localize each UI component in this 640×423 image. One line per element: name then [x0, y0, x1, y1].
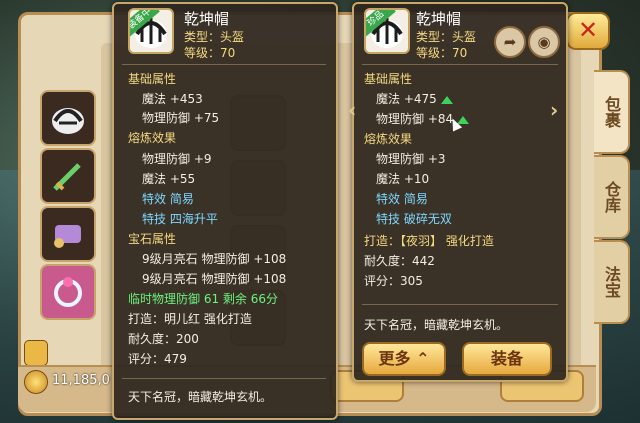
more-button[interactable]: 更多 ⌃ [362, 342, 446, 376]
tab-warehouse[interactable]: 仓库 [594, 155, 630, 239]
equip-button[interactable]: 装备 [462, 342, 552, 376]
prev-arrow-icon[interactable]: ‹ [348, 98, 356, 122]
item-type: 类型：头盔 [416, 30, 477, 44]
ring-icon [54, 277, 82, 307]
equipped-item-tooltip: 装备中 乾坤帽 类型：头盔 等级：70 基础属性 魔法 +453 物理防御 +7… [112, 2, 338, 420]
basic-attr-header: 基础属性 [128, 72, 177, 86]
gem-line: 9级月亮石 物理防御 +108 [142, 272, 287, 286]
scroll-icon [54, 225, 81, 248]
item-level: 等级：70 [184, 46, 236, 60]
share-button[interactable]: ➦ [494, 26, 526, 58]
divider [122, 378, 326, 379]
durability: 耐久度：200 [128, 332, 199, 346]
basic-attr-line: 物理防御 +75 [142, 111, 220, 125]
special-skill: 特技 破碎无双 [376, 212, 452, 226]
basic-attr-text: 魔法 +475 [376, 92, 437, 106]
helmet-icon [52, 108, 84, 134]
temp-attr-line: 临时物理防御 61 剩余 66分 [128, 292, 278, 306]
lock-icon[interactable] [24, 340, 48, 366]
basic-attr-line: 魔法 +453 [142, 92, 203, 106]
forge-line: 打造：【夜羽】 强化打造 [364, 234, 494, 248]
equip-slot-helmet[interactable] [40, 90, 96, 146]
divider [362, 64, 558, 65]
durability: 耐久度：442 [364, 254, 435, 268]
score: 评分：479 [128, 352, 187, 366]
increase-arrow-icon [440, 95, 453, 104]
equip-slot-accessory[interactable] [40, 206, 96, 262]
divider [362, 304, 558, 305]
refine-header: 熔炼效果 [128, 131, 177, 145]
item-name: 乾坤帽 [184, 10, 230, 28]
equip-slot-ring[interactable] [40, 264, 96, 320]
next-arrow-icon[interactable]: › [550, 98, 558, 122]
item-type: 类型：头盔 [184, 30, 245, 44]
forge-line: 打造：明儿红 强化打造 [128, 312, 252, 326]
coin-count: 11,185,0 [52, 373, 110, 388]
item-description: 天下名冠，暗藏乾坤玄机。 [364, 318, 509, 332]
gem-line: 9级月亮石 物理防御 +108 [142, 252, 287, 266]
basic-attr-header: 基础属性 [364, 72, 413, 86]
divider [122, 64, 326, 65]
more-button-label: 更多 [378, 349, 411, 368]
item-description: 天下名冠，暗藏乾坤玄机。 [128, 390, 273, 404]
close-button[interactable]: ✕ [566, 12, 610, 50]
sword-icon [53, 163, 81, 191]
refine-header: 熔炼效果 [364, 132, 413, 146]
score: 评分：305 [364, 274, 423, 288]
chevron-up-icon: ⌃ [416, 349, 430, 368]
refine-line: 物理防御 +3 [376, 152, 446, 166]
tab-bag[interactable]: 包裹 [594, 70, 630, 154]
special-skill: 特技 四海升平 [142, 212, 218, 226]
coin-icon [24, 370, 48, 394]
equip-slot-weapon[interactable] [40, 148, 96, 204]
item-icon: 珍品 [364, 8, 410, 54]
item-level: 等级：70 [416, 46, 468, 60]
refine-line: 物理防御 +9 [142, 152, 212, 166]
item-name: 乾坤帽 [416, 10, 462, 28]
view-button[interactable]: ◉ [528, 26, 560, 58]
refine-line: 魔法 +10 [376, 172, 430, 186]
special-effect: 特效 简易 [376, 192, 428, 206]
refine-line: 魔法 +55 [142, 172, 196, 186]
basic-attr-text: 物理防御 +84 [376, 112, 454, 126]
compare-item-tooltip: 珍品 乾坤帽 类型：头盔 等级：70 ➦ ◉ ‹ › 基础属性 魔法 +475 … [348, 2, 568, 382]
basic-attr-line: 魔法 +475 [376, 90, 453, 107]
gem-header: 宝石属性 [128, 232, 177, 246]
tab-treasure[interactable]: 法宝 [594, 240, 630, 324]
special-effect: 特效 简易 [142, 192, 194, 206]
item-icon: 装备中 [128, 8, 174, 54]
